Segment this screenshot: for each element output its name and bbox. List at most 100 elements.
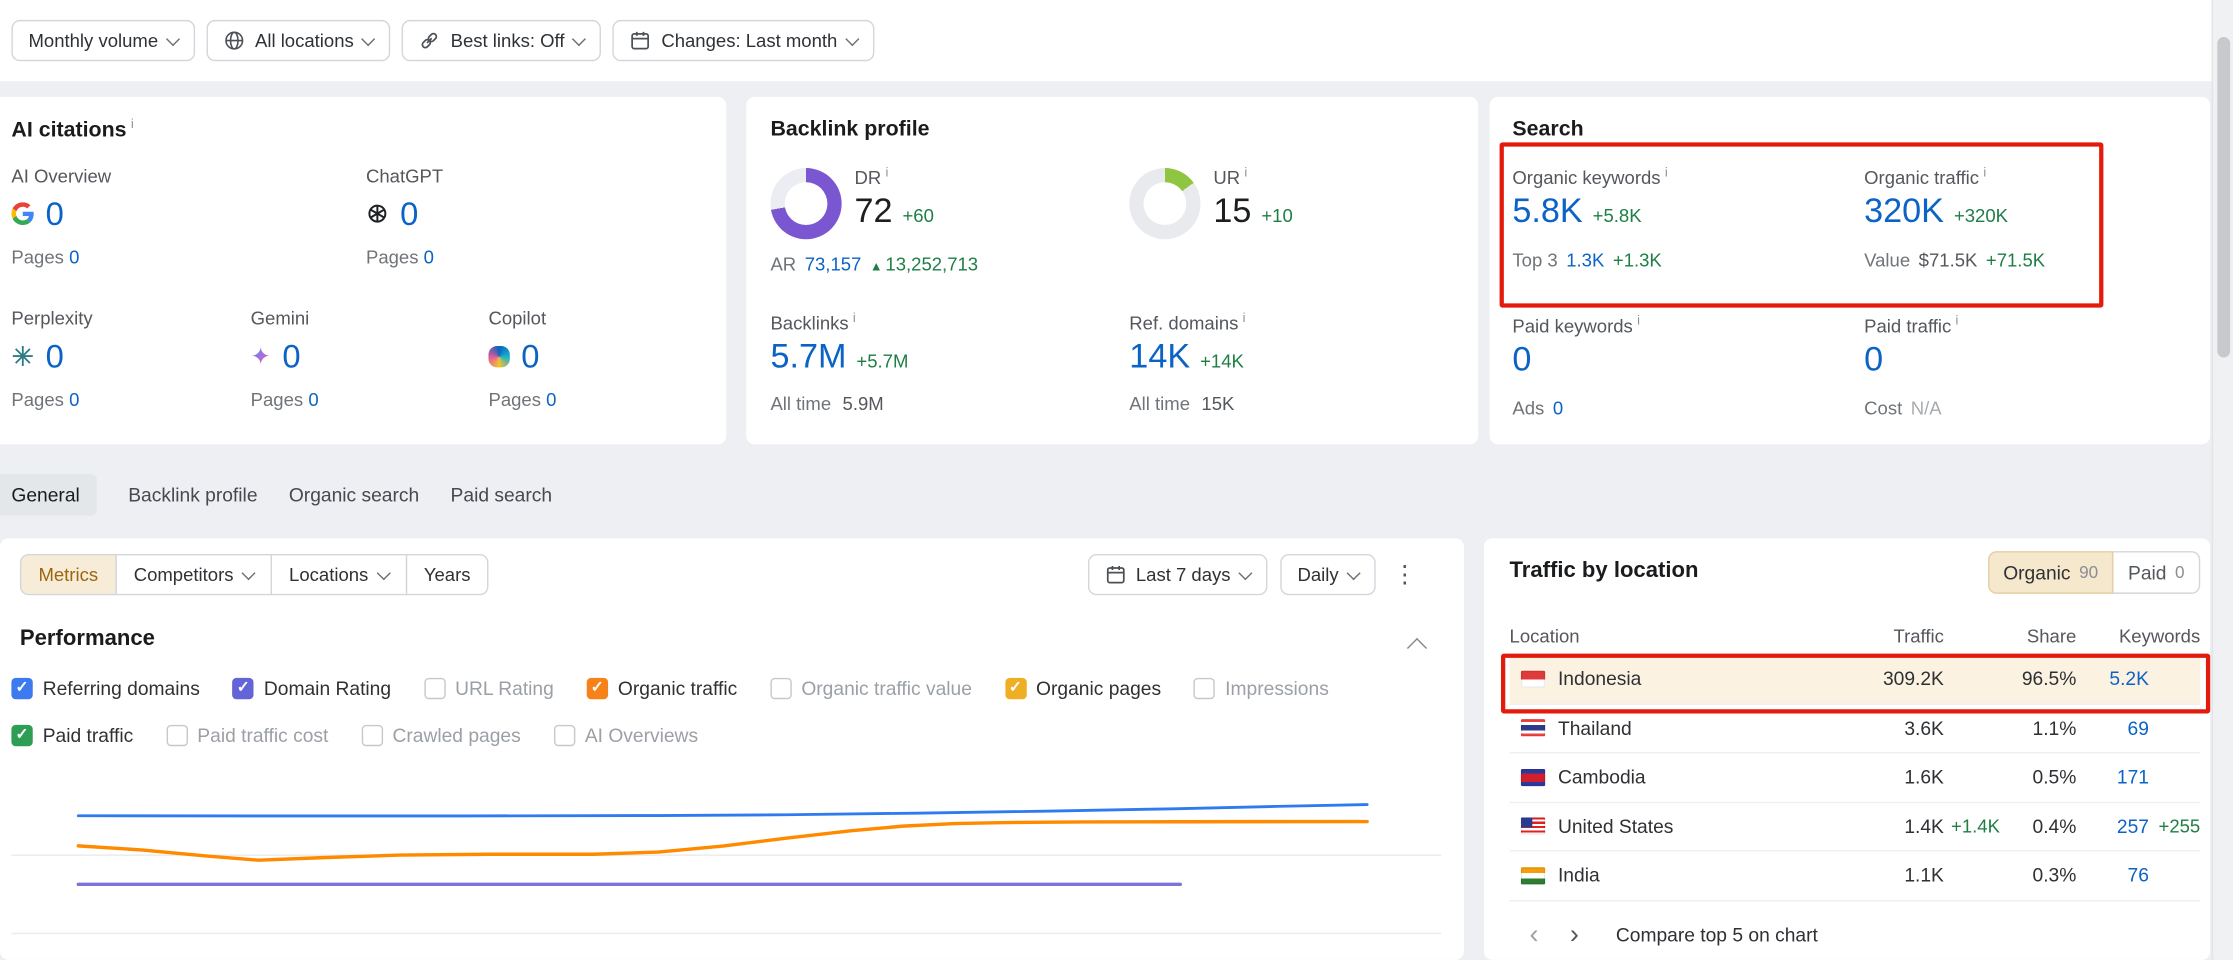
chevron-down-icon [362,31,376,45]
table-row-indonesia[interactable]: Indonesia 309.2K 96.5% 5.2K [1510,655,2201,704]
share-value: 0.5% [1944,767,2076,788]
next-page-icon[interactable]: › [1561,921,1587,948]
tab-organic-search[interactable]: Organic search [289,483,419,504]
pages-label: Pages [366,246,419,267]
ai-metric-value[interactable]: 0 [46,337,64,375]
checkbox-crawled-pages[interactable]: ✓Crawled pages [361,722,521,748]
granularity-label: Daily [1297,564,1338,585]
top3-value-link[interactable]: 1.3K [1566,250,1604,271]
country-name: Cambodia [1558,767,1646,788]
chart-line-organic-traffic [78,822,1367,861]
tab-general[interactable]: General [0,474,97,515]
table-row-united-states[interactable]: United States 1.4K+1.4K 0.4% 257+255 [1510,802,2201,851]
paid-toggle-button[interactable]: Paid0 [2112,551,2200,594]
table-row-cambodia[interactable]: Cambodia 1.6K 0.5% 171 [1510,753,2201,802]
scrollbar[interactable] [2212,0,2233,960]
paid-keywords-metric: Paid keywordsi 0 Ads0 [1512,313,1854,419]
dr-value: 72 [854,193,892,233]
table-row-thailand[interactable]: Thailand 3.6K 1.1% 69 [1510,704,2201,753]
tab-paid-search[interactable]: Paid search [451,483,553,504]
ai-metric-value[interactable]: 0 [282,337,300,375]
checkbox-box: ✓ [166,724,187,745]
chevron-down-icon [1347,565,1361,579]
scrollbar-thumb[interactable] [2217,37,2230,357]
perplexity-icon [11,345,34,368]
organic-toggle-button[interactable]: Organic90 [1988,551,2114,594]
checkbox-organic-pages[interactable]: ✓Organic pages [1005,675,1161,701]
organic-traffic-value[interactable]: 320K [1864,193,1944,233]
organic-traffic-label: Organic traffic [1864,167,1979,188]
checkbox-impressions[interactable]: ✓Impressions [1194,675,1329,701]
dr-label: DR [854,167,881,188]
keywords-link[interactable]: 257 [2117,816,2149,837]
paid-keywords-label: Paid keywords [1512,315,1632,336]
ai-metric-value[interactable]: 0 [400,194,418,232]
info-icon: i [1637,313,1640,327]
years-button-label: Years [424,564,471,585]
backlinks-change: +5.7M [856,351,908,372]
flag-united-states-icon [1521,818,1545,835]
monthly-volume-filter[interactable]: Monthly volume [11,20,195,61]
pages-label: Pages [251,389,304,410]
ai-metric-label: ChatGPT [366,165,651,186]
keywords-link[interactable]: 171 [2117,767,2149,788]
checkbox-organic-traffic[interactable]: ✓Organic traffic [587,675,738,701]
ads-count-link[interactable]: 0 [1553,398,1563,419]
checkbox-referring-domains[interactable]: ✓Referring domains [11,675,199,701]
collapse-icon[interactable] [1407,638,1427,658]
metrics-button[interactable]: Metrics [20,554,117,595]
compare-top5-link[interactable]: Compare top 5 on chart [1616,924,1818,945]
paid-keywords-value[interactable]: 0 [1512,341,1531,381]
checkbox-url-rating[interactable]: ✓URL Rating [424,675,554,701]
paid-traffic-label: Paid traffic [1864,315,1951,336]
locations-button[interactable]: Locations [271,554,407,595]
paid-traffic-value[interactable]: 0 [1864,341,1883,381]
table-row-india[interactable]: India 1.1K 0.3% 76 [1510,852,2201,901]
calendar-icon [1105,564,1126,585]
keywords-link[interactable]: 76 [2128,865,2149,886]
tab-backlink-profile[interactable]: Backlink profile [128,483,257,504]
checkbox-paid-traffic[interactable]: ✓Paid traffic [11,722,133,748]
ar-value-link[interactable]: 73,157 [805,253,862,274]
pages-count-link[interactable]: 0 [308,389,318,410]
backlinks-value[interactable]: 5.7M [770,338,846,378]
pages-count-link[interactable]: 0 [546,389,556,410]
traffic-value: 1.6K [1904,767,1944,788]
date-range-button[interactable]: Last 7 days [1087,554,1267,595]
ai-metric-value[interactable]: 0 [46,194,64,232]
pages-count-link[interactable]: 0 [424,246,434,267]
pages-count-link[interactable]: 0 [69,389,79,410]
granularity-button[interactable]: Daily [1280,554,1375,595]
pages-count-link[interactable]: 0 [69,246,79,267]
share-value: 1.1% [1944,717,2076,738]
changes-filter[interactable]: Changes: Last month [613,20,874,61]
checkbox-domain-rating[interactable]: ✓Domain Rating [233,675,391,701]
keywords-change: +255 [2159,816,2201,837]
metrics-button-label: Metrics [38,564,98,585]
country-name: United States [1558,816,1673,837]
ai-metric-value[interactable]: 0 [521,337,539,375]
table-header: Location Traffic Share Keywords [1510,615,2201,656]
competitors-button[interactable]: Competitors [115,554,272,595]
flag-india-icon [1521,867,1545,884]
ref-domains-value[interactable]: 14K [1129,338,1190,378]
ar-label: AR [770,253,796,274]
keywords-link[interactable]: 5.2K [2109,668,2149,689]
organic-keywords-label: Organic keywords [1512,167,1660,188]
checkbox-ai-overviews[interactable]: ✓AI Overviews [553,722,698,748]
years-button[interactable]: Years [405,554,489,595]
locations-filter[interactable]: All locations [207,20,391,61]
checkbox-paid-traffic-cost[interactable]: ✓Paid traffic cost [166,722,328,748]
share-value: 0.3% [1944,865,2076,886]
keywords-link[interactable]: 69 [2128,717,2149,738]
kebab-menu-icon[interactable]: ⋮ [1388,560,1421,588]
best-links-filter[interactable]: Best links: Off [402,20,601,61]
organic-toggle-label: Organic [2003,562,2070,583]
calendar-icon [630,30,651,51]
prev-page-icon[interactable]: ‹ [1521,921,1547,948]
changes-label: Changes: Last month [661,30,837,51]
organic-keywords-value[interactable]: 5.8K [1512,193,1582,233]
organic-keywords-metric: Organic keywordsi 5.8K+5.8K Top 31.3K+1.… [1512,165,1854,271]
paid-toggle-label: Paid [2128,562,2166,583]
checkbox-organic-traffic-value[interactable]: ✓Organic traffic value [770,675,972,701]
